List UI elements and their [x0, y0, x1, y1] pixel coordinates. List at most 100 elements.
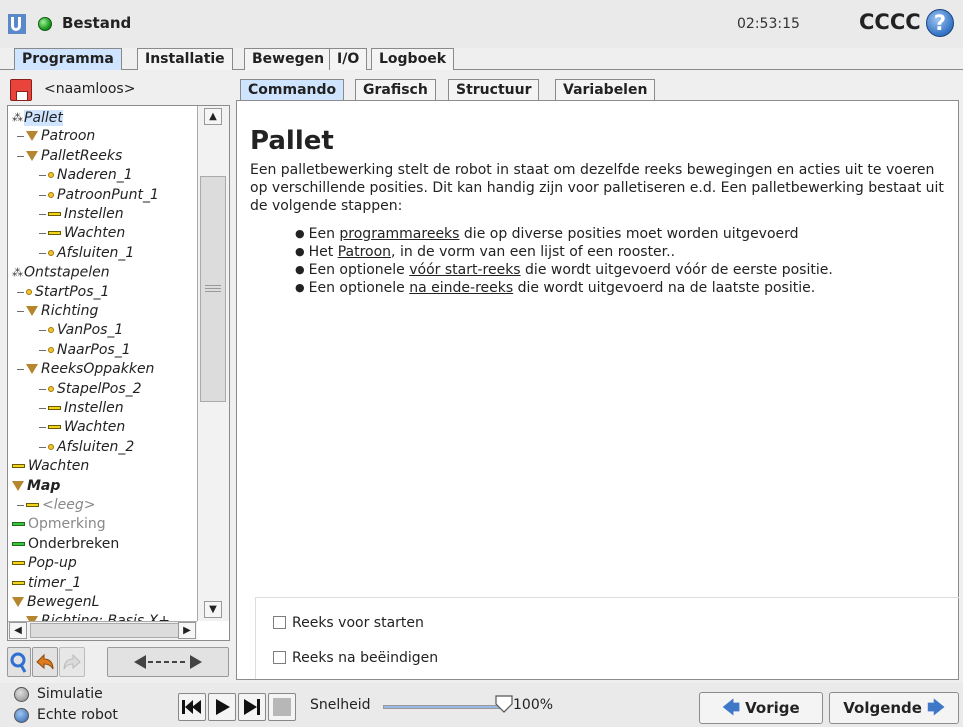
redo-button[interactable] — [59, 647, 85, 677]
na-einde-reeks-link[interactable]: na einde-reeks — [409, 280, 513, 296]
command-icon — [12, 561, 25, 566]
help-icon[interactable]: ? — [926, 9, 954, 37]
next-label: Volgende — [843, 699, 922, 717]
tree-node[interactable]: BewegenL — [12, 593, 99, 612]
tree-horizontal-scrollbar[interactable]: ◀ ▶ — [8, 621, 197, 640]
tree-node-label: PatroonPunt_1 — [57, 186, 159, 203]
robot-status-icon — [38, 17, 52, 31]
previous-button[interactable]: 🡄 Vorige — [699, 692, 823, 724]
tree-node[interactable]: ⁂ Ontstapelen — [12, 263, 110, 282]
tree-node[interactable]: Onderbreken — [12, 535, 119, 554]
tree-node[interactable]: Wachten — [12, 457, 89, 476]
list-item-text: Een optionele — [308, 262, 410, 278]
tab-variabelen[interactable]: Variabelen — [555, 79, 656, 100]
stop-button[interactable] — [268, 693, 296, 721]
skip-back-button[interactable] — [178, 693, 206, 721]
tab-installatie[interactable]: Installatie — [137, 48, 233, 70]
tab-label: Commando — [248, 82, 337, 98]
speed-value: 100% — [513, 697, 554, 713]
pallet-icon: ⁂ — [12, 266, 23, 280]
tree-node[interactable]: Afsluiten_2 — [48, 438, 134, 457]
program-tree: ⁂ Pallet Patroon PalletReeks Naderen_1 Patroo… — [8, 106, 196, 621]
tree-vertical-scroll-thumb[interactable] — [200, 176, 226, 402]
tree-node[interactable]: ReeksOppakken — [26, 360, 154, 379]
command-icon — [12, 464, 25, 469]
clock: 02:53:15 — [737, 16, 800, 32]
simulation-label[interactable]: Simulatie — [37, 686, 103, 702]
tree-node-label: Wachten — [28, 458, 90, 475]
scroll-left-icon[interactable]: ◀ — [9, 622, 27, 639]
tree-node-label: Instellen — [64, 400, 124, 416]
save-icon[interactable] — [10, 79, 32, 101]
tree-node[interactable]: Instellen — [48, 399, 124, 418]
tab-grafisch[interactable]: Grafisch — [355, 79, 436, 100]
tree-connector — [39, 214, 46, 215]
voor-start-reeks-link[interactable]: vóór start-reeks — [409, 262, 520, 278]
play-button[interactable] — [208, 693, 236, 721]
grip-line — [205, 288, 221, 289]
tree-node[interactable]: Richting: Basis X+ — [26, 612, 170, 621]
tree-node[interactable]: Afsluiten_1 — [48, 244, 134, 263]
triangle-icon — [26, 306, 38, 316]
robot-name: CCCC — [859, 10, 921, 34]
tree-node[interactable]: Opmerking — [12, 515, 106, 534]
tab-io[interactable]: I/O — [329, 48, 368, 70]
speed-slider[interactable] — [383, 705, 503, 709]
tree-connector — [39, 388, 46, 390]
tree-node[interactable]: Pop-up — [12, 554, 77, 573]
file-menu-title[interactable]: Bestand — [62, 14, 131, 32]
after-end-checkbox[interactable] — [273, 651, 286, 664]
after-end-option[interactable]: Reeks na beëindigen — [273, 650, 438, 666]
tree-node[interactable]: VanPos_1 — [48, 321, 123, 340]
tree-connector — [17, 369, 24, 371]
tree-node[interactable]: NaarPos_1 — [48, 341, 131, 360]
tab-label: Installatie — [145, 51, 225, 67]
tab-commando[interactable]: Commando — [240, 79, 345, 100]
tab-programma[interactable]: Programma — [14, 48, 122, 70]
triangle-icon — [26, 364, 38, 375]
tree-node[interactable]: <leeg> — [26, 496, 95, 515]
comment-icon — [12, 522, 25, 527]
tree-node[interactable]: StapelPos_2 — [48, 380, 142, 399]
tree-vertical-scrollbar[interactable]: ▲ ▼ — [197, 106, 229, 621]
scroll-down-icon[interactable]: ▼ — [204, 601, 222, 618]
speed-slider-knob[interactable] — [494, 694, 514, 714]
tree-node[interactable]: Patroon — [26, 127, 95, 146]
tree-node[interactable]: Richting — [26, 302, 98, 321]
tree-node[interactable]: PatroonPunt_1 — [48, 186, 159, 205]
tab-bewegen[interactable]: Bewegen — [244, 48, 333, 70]
real-robot-radio[interactable] — [14, 708, 29, 723]
tree-node[interactable]: StartPos_1 — [26, 283, 109, 302]
before-start-option[interactable]: Reeks voor starten — [273, 615, 424, 631]
tab-logboek[interactable]: Logboek — [371, 48, 455, 70]
command-icon — [48, 425, 61, 430]
patroon-link[interactable]: Patroon — [338, 244, 391, 260]
before-start-checkbox[interactable] — [273, 616, 286, 629]
tab-structuur[interactable]: Structuur — [448, 79, 540, 100]
tree-node-label: Onderbreken — [28, 535, 120, 552]
scroll-right-icon[interactable]: ▶ — [178, 622, 196, 639]
search-icon — [10, 652, 27, 673]
tree-node[interactable]: Wachten — [48, 418, 125, 437]
tree-node[interactable]: timer_1 — [12, 574, 81, 593]
step-button[interactable] — [238, 693, 266, 721]
tree-node[interactable]: Instellen — [48, 205, 124, 224]
simulation-radio[interactable] — [14, 687, 29, 702]
tree-horizontal-scroll-thumb[interactable] — [30, 623, 180, 638]
tree-node[interactable]: Wachten — [48, 224, 125, 243]
undo-button[interactable] — [32, 647, 58, 677]
real-robot-label[interactable]: Echte robot — [37, 707, 118, 723]
next-button[interactable]: Volgende 🡆 — [829, 692, 959, 724]
tree-node[interactable]: Map — [12, 477, 60, 496]
program-file-name: <naamloos> — [44, 81, 136, 97]
tree-node[interactable]: ⁂ Pallet — [12, 108, 63, 127]
command-icon — [26, 503, 39, 507]
tree-node[interactable]: PalletReeks — [26, 147, 122, 166]
scroll-up-icon[interactable]: ▲ — [204, 108, 222, 125]
tree-node[interactable]: Naderen_1 — [48, 166, 133, 185]
tree-node-label: Richting: Basis X+ — [41, 613, 170, 621]
search-button[interactable] — [7, 647, 31, 677]
programmareeks-link[interactable]: programmareeks — [339, 226, 459, 242]
tree-node-label: Afsluiten_1 — [57, 244, 135, 261]
move-node-button[interactable] — [107, 647, 229, 677]
